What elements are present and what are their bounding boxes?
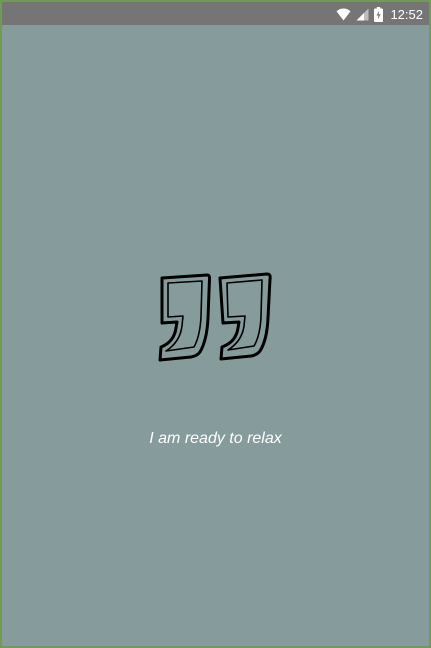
app-screen: 12:52 I am ready to relax (0, 0, 431, 648)
status-clock: 12:52 (390, 6, 423, 22)
signal-icon (356, 8, 369, 21)
quote-icon (157, 270, 277, 365)
battery-icon (374, 6, 384, 22)
status-bar: 12:52 (2, 0, 429, 25)
status-icons: 12:52 (336, 4, 423, 24)
tagline-text: I am ready to relax (149, 430, 282, 447)
wifi-icon (336, 8, 351, 21)
